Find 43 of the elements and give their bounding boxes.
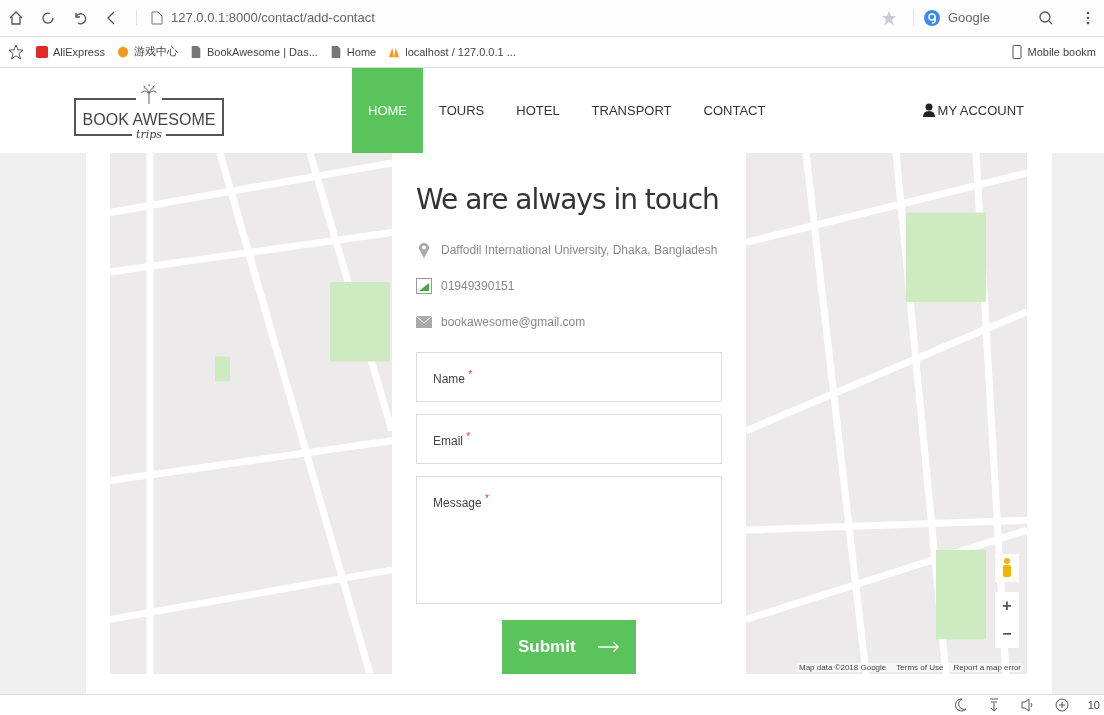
broken-image-icon	[416, 278, 432, 295]
star-icon[interactable]	[881, 9, 897, 26]
bookmark-favicon-icon	[36, 44, 48, 59]
bookmark-favicon-icon	[329, 44, 342, 59]
arrow-right-icon	[598, 641, 620, 654]
map-attribution-link[interactable]: Map data ©2018 Google	[799, 663, 887, 673]
contact-info-text: bookawesome@gmail.com	[441, 315, 586, 330]
zoom-level-text: 10	[1087, 699, 1100, 712]
input-field[interactable]: Name $^{*}$	[416, 352, 722, 403]
zoom-in-icon[interactable]	[1053, 697, 1070, 714]
nav-tab[interactable]: CONTACT	[687, 67, 782, 154]
search-icon[interactable]	[1038, 9, 1054, 26]
speaker-icon[interactable]	[1019, 697, 1036, 714]
my-account-link[interactable]: MY ACCOUNT	[922, 67, 1024, 154]
bookmark-favicon-icon	[189, 44, 202, 59]
input-field[interactable]: Message $^{*}$	[416, 476, 722, 605]
search-engine-field[interactable]: Google	[913, 9, 1064, 26]
bookmark-item[interactable]: BookAwesome | Das...	[189, 44, 318, 59]
phone-icon	[1010, 44, 1023, 59]
bookmark-item[interactable]: 游戏中心	[116, 44, 178, 60]
star-outline-icon[interactable]	[8, 43, 24, 60]
home-icon[interactable]	[8, 9, 24, 26]
user-icon	[922, 103, 935, 118]
contact-info-text: 01949390151	[441, 279, 515, 294]
contact-heading: We are always in touch	[416, 183, 720, 217]
address-bar[interactable]: 127.0.0.1:8000/contact/add-contact	[136, 10, 865, 26]
map-attribution-link[interactable]: Terms of Use	[896, 663, 944, 673]
location-pin-icon	[416, 242, 432, 259]
nav-tab[interactable]: TRANSPORT	[575, 67, 688, 154]
bookmark-item[interactable]: AliExpress	[36, 44, 105, 59]
input-field[interactable]: Email $^{*}$	[416, 414, 722, 465]
reload-icon[interactable]	[40, 9, 56, 26]
bookmark-favicon-icon	[116, 44, 129, 59]
page-icon	[151, 10, 163, 25]
nav-tab[interactable]: TOURS	[423, 67, 501, 154]
bookmark-item[interactable]: Home	[329, 44, 377, 59]
bookmark-item[interactable]: Mobile bookm	[1010, 44, 1096, 59]
envelope-icon	[416, 314, 432, 331]
map-attribution-link[interactable]: Report a map error	[953, 663, 1021, 673]
search-engine-icon	[924, 9, 940, 26]
bookmark-item[interactable]: localhost / 127.0.0.1 ...	[388, 44, 516, 59]
nav-tab[interactable]: HOTEL	[500, 67, 576, 154]
contact-info-text: Daffodil International University, Dhaka, Bangladesh	[441, 243, 718, 258]
